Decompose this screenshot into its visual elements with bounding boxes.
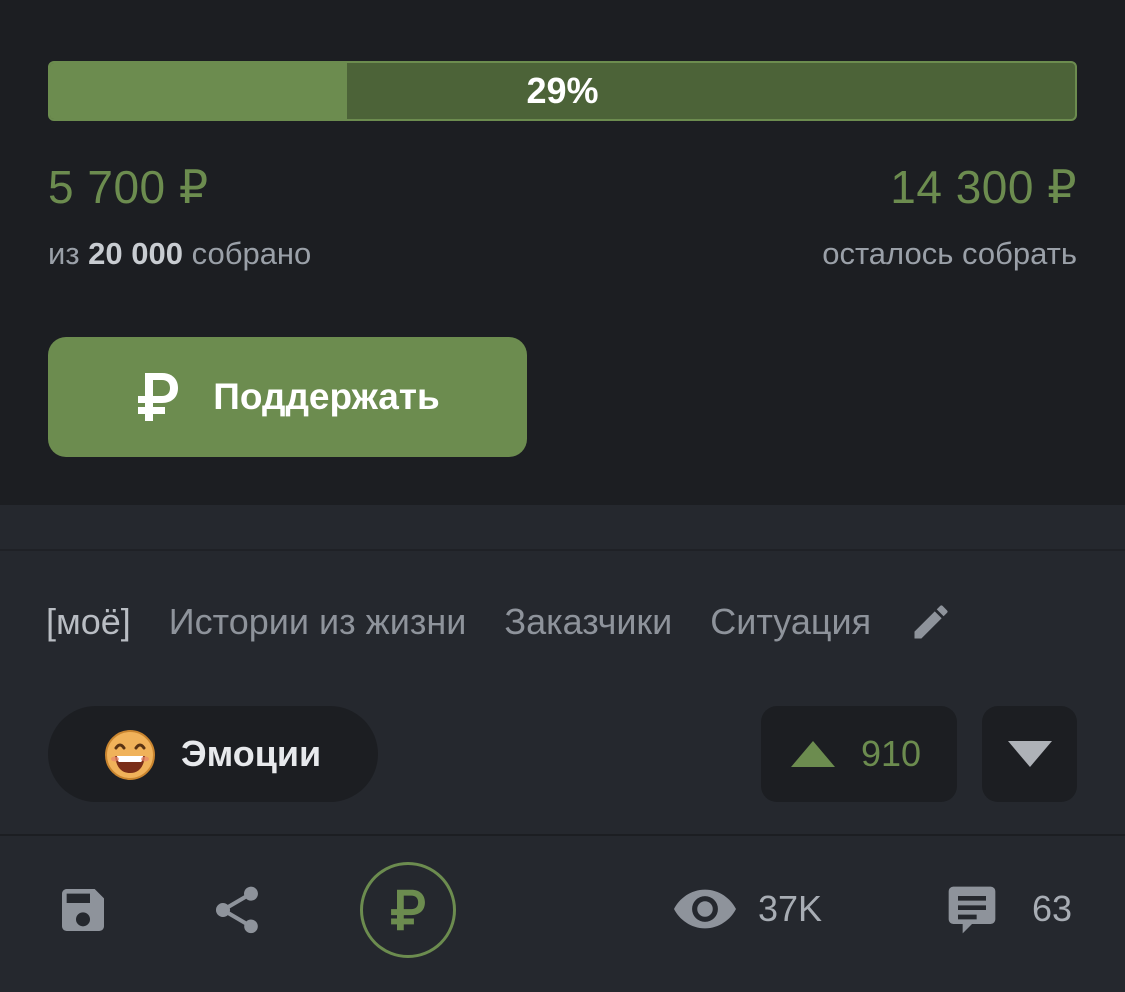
- comment-icon[interactable]: [944, 882, 1000, 938]
- share-icon[interactable]: [209, 882, 265, 938]
- floppy-disk-icon[interactable]: [55, 882, 111, 938]
- donation-panel: 29% 5 700 ₽ 14 300 ₽ из 20 000 собрано о…: [0, 0, 1125, 505]
- upvote-button[interactable]: 910: [761, 706, 957, 802]
- goal-amount: 20 000: [88, 236, 183, 271]
- triangle-up-icon: [791, 741, 835, 767]
- triangle-down-icon: [1007, 741, 1052, 767]
- rating-count: 910: [861, 733, 922, 774]
- progress-percent: 29%: [526, 70, 599, 111]
- tag-list: [моё] Истории из жизни Заказчики Ситуаци…: [46, 598, 953, 646]
- section-separator: [0, 505, 1125, 551]
- emotion-label: Эмоции: [181, 733, 322, 774]
- collected-prefix: из: [48, 236, 80, 271]
- collected-suffix: собрано: [191, 236, 312, 271]
- grinning-face-icon: [105, 730, 155, 780]
- comments-count: 63: [1032, 888, 1073, 929]
- ruble-icon: [138, 373, 179, 421]
- collected-amount: 5 700 ₽: [48, 161, 209, 213]
- views-count: 37K: [758, 888, 823, 929]
- post-actions-bar: 37K 63: [0, 836, 1125, 992]
- collected-caption: из 20 000 собрано: [48, 236, 311, 272]
- pencil-icon[interactable]: [909, 600, 953, 644]
- eye-icon: [674, 889, 736, 929]
- ruble-icon: [391, 889, 425, 931]
- remaining-amount: 14 300 ₽: [890, 161, 1077, 213]
- donate-button[interactable]: [360, 862, 456, 958]
- emotion-button[interactable]: Эмоции: [48, 706, 378, 802]
- support-button[interactable]: Поддержать: [48, 337, 527, 457]
- remaining-caption: осталось собрать: [822, 236, 1077, 271]
- tag-item[interactable]: Истории из жизни: [169, 601, 467, 643]
- tag-item[interactable]: [моё]: [46, 601, 131, 643]
- donation-progress-bar: 29%: [48, 61, 1077, 121]
- tag-item[interactable]: Заказчики: [504, 601, 672, 643]
- downvote-button[interactable]: [982, 706, 1077, 802]
- tag-item[interactable]: Ситуация: [710, 601, 871, 643]
- support-button-label: Поддержать: [213, 376, 440, 417]
